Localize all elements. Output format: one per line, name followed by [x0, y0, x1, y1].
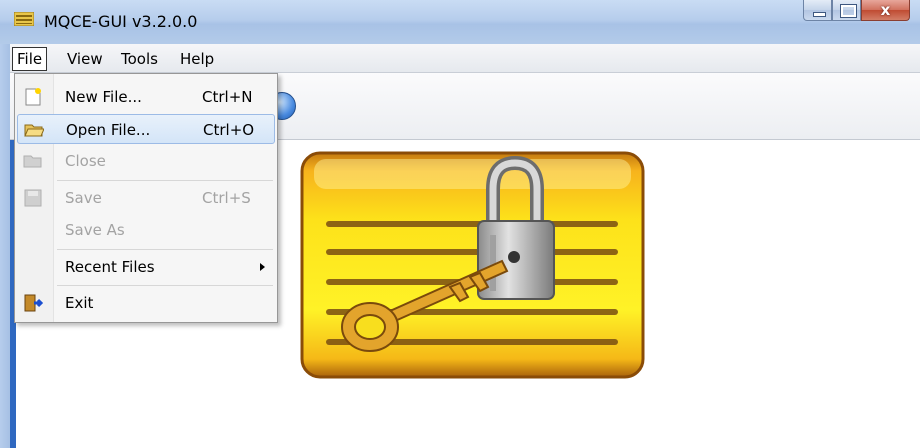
window-title: MQCE-GUI v3.2.0.0 — [44, 12, 198, 31]
menu-item-label: Exit — [65, 294, 94, 312]
exit-door-icon — [24, 294, 43, 312]
menu-item-new-file[interactable]: New File... Ctrl+N — [17, 82, 275, 112]
menu-item-label: New File... — [65, 88, 142, 106]
menu-item-shortcut: Ctrl+N — [202, 88, 253, 106]
menu-item-recent-files[interactable]: Recent Files — [17, 252, 275, 282]
submenu-arrow-icon — [260, 263, 265, 271]
menu-item-exit[interactable]: Exit — [17, 288, 275, 318]
new-file-icon — [25, 88, 41, 106]
menu-help[interactable]: Help — [175, 48, 219, 70]
padlock-and-key-logo — [300, 151, 645, 379]
menu-item-save-as[interactable]: Save As — [17, 215, 275, 245]
file-menu-dropdown: New File... Ctrl+N Open File... Ctrl+O C… — [14, 73, 278, 323]
menu-tools[interactable]: Tools — [116, 48, 163, 70]
menu-item-close[interactable]: Close — [17, 146, 275, 176]
open-folder-icon — [24, 124, 44, 137]
close-folder-icon — [23, 155, 42, 168]
menu-item-open-file[interactable]: Open File... Ctrl+O — [17, 114, 275, 144]
menu-item-label: Recent Files — [65, 258, 155, 276]
app-icon — [14, 12, 34, 26]
menu-view[interactable]: View — [62, 48, 108, 70]
menu-item-label: Open File... — [66, 121, 151, 139]
menu-item-shortcut: Ctrl+S — [202, 189, 251, 207]
close-icon: x — [880, 1, 891, 19]
menu-item-shortcut: Ctrl+O — [203, 121, 255, 139]
menu-separator — [57, 249, 273, 250]
minimize-button[interactable] — [803, 0, 832, 21]
menu-item-label: Save As — [65, 221, 125, 239]
menu-separator — [57, 285, 273, 286]
save-disk-icon — [24, 189, 42, 207]
minimize-icon — [813, 12, 826, 17]
menu-bar: File View Tools Help — [10, 44, 920, 73]
menu-item-label: Save — [65, 189, 102, 207]
maximize-button[interactable] — [832, 0, 861, 21]
menu-item-label: Close — [65, 152, 106, 170]
close-window-button[interactable]: x — [861, 0, 910, 21]
title-bar: MQCE-GUI v3.2.0.0 x — [0, 0, 920, 45]
menu-file[interactable]: File — [12, 47, 48, 71]
menu-separator — [57, 180, 273, 181]
menu-item-save[interactable]: Save Ctrl+S — [17, 183, 275, 213]
maximize-icon — [841, 5, 856, 17]
